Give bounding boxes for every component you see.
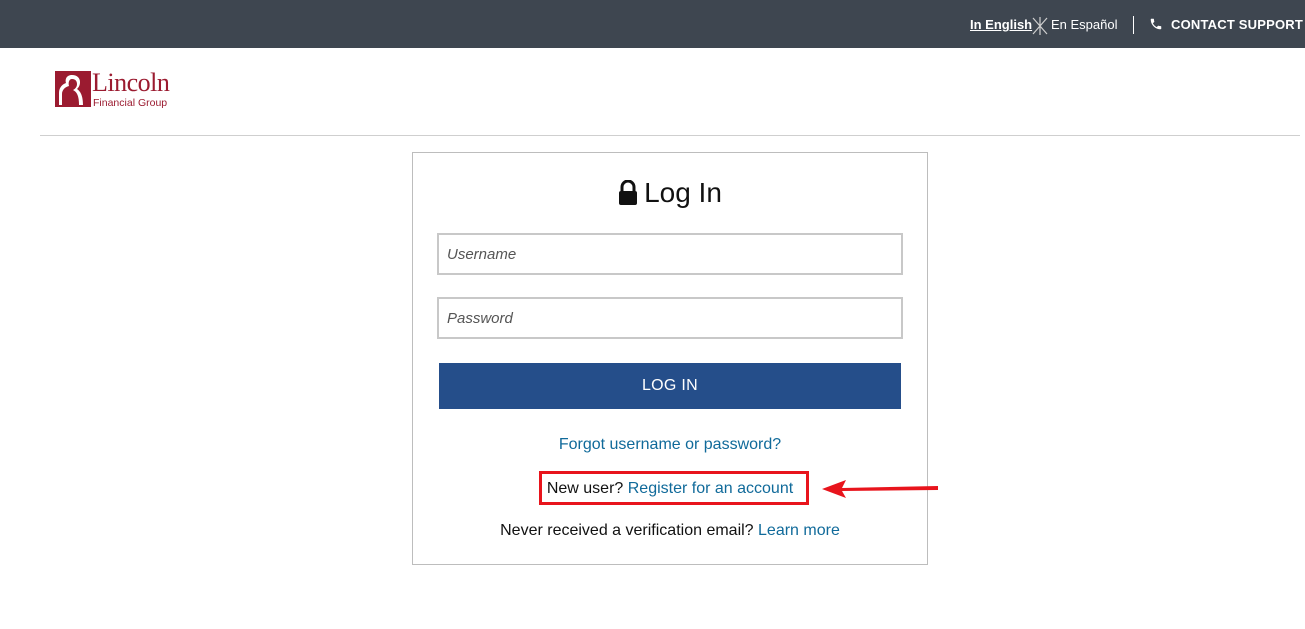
- password-field-wrap: [437, 297, 903, 339]
- top-bar: In English En Español CONTACT SUPPORT: [0, 0, 1305, 48]
- language-toggle-icon[interactable]: [1031, 16, 1049, 36]
- learn-more-link[interactable]: Learn more: [758, 522, 840, 539]
- logo-name: Lincoln: [92, 68, 170, 97]
- arrow-annotation: [822, 480, 938, 498]
- username-input[interactable]: [439, 235, 901, 273]
- lincoln-logo[interactable]: Lincoln Financial Group: [55, 68, 180, 112]
- verification-text: Never received a verification email?: [500, 522, 754, 539]
- login-button[interactable]: LOG IN: [439, 363, 901, 409]
- forgot-credentials-link[interactable]: Forgot username or password?: [413, 436, 927, 454]
- page-title: Log In: [644, 177, 722, 208]
- contact-support-link[interactable]: CONTACT SUPPORT: [1171, 17, 1303, 32]
- verification-row: Never received a verification email? Lea…: [413, 522, 927, 540]
- logo-subtitle: Financial Group: [93, 97, 168, 109]
- header-divider: [40, 135, 1300, 136]
- login-title-row: Log In: [413, 177, 927, 209]
- language-spanish-link[interactable]: En Español: [1051, 17, 1118, 32]
- annotation-highlight-box: [539, 471, 809, 505]
- phone-icon: [1150, 18, 1162, 30]
- divider: [1133, 16, 1134, 34]
- username-field-wrap: [437, 233, 903, 275]
- lincoln-logo-mark: [55, 71, 91, 107]
- language-english-link[interactable]: In English: [970, 17, 1032, 32]
- lock-icon: [619, 180, 638, 205]
- password-input[interactable]: [439, 299, 901, 337]
